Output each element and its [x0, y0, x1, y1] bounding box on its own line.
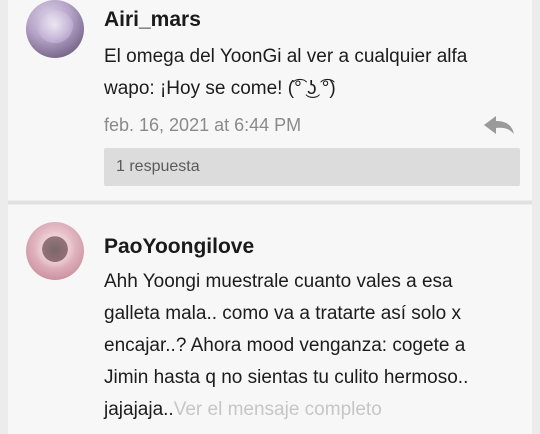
comment-message: El omega del YoonGi al ver a cualquier a…: [104, 46, 468, 99]
comment-message-text: Ahh Yoongi muestrale cuanto vales a esa …: [104, 271, 469, 420]
comment-timestamp: feb. 16, 2021 at 6:44 PM: [104, 115, 302, 135]
user-avatar[interactable]: [26, 0, 84, 58]
read-more-link[interactable]: Ver el mensaje completo: [174, 399, 382, 420]
user-avatar[interactable]: [26, 222, 84, 280]
replies-count: 1 respuesta: [116, 158, 200, 175]
reply-arrow-icon[interactable]: [482, 114, 516, 136]
comment-username[interactable]: Airi_mars: [104, 8, 201, 32]
comment-message: Ahh Yoongi muestrale cuanto vales a esa …: [104, 266, 514, 426]
comment-divider: [8, 201, 532, 204]
comment-username[interactable]: PaoYoongilove: [104, 235, 254, 259]
replies-button[interactable]: 1 respuesta: [104, 148, 520, 186]
